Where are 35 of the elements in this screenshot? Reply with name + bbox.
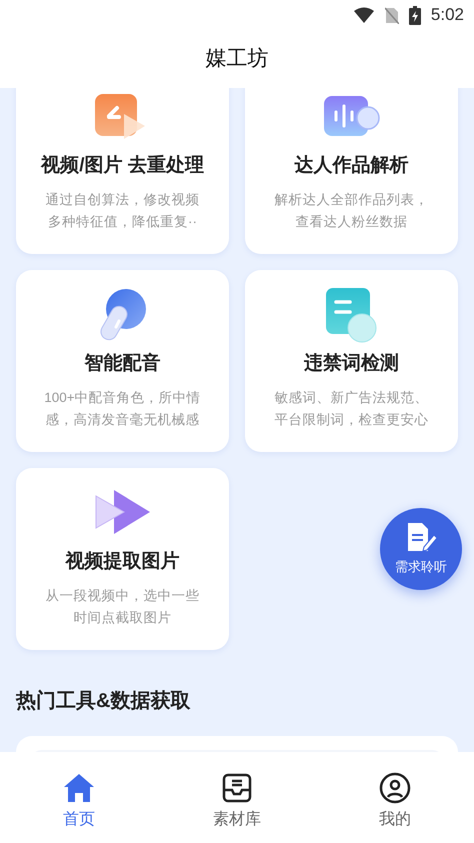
tool-description: 解析达人全部作品列表， — [274, 190, 428, 208]
tool-title: 智能配音 — [84, 352, 160, 376]
tool-card[interactable]: 达人作品解析 解析达人全部作品列表， 查看达人粉丝数据 — [245, 88, 458, 254]
nav-tab[interactable]: 首页 — [39, 772, 119, 832]
tool-description: 查看达人粉丝数据 — [296, 212, 408, 230]
page-title: 媒工坊 — [206, 46, 268, 72]
tool-title: 视频提取图片 — [66, 550, 180, 574]
microphone-icon — [98, 287, 148, 343]
no-sim-icon — [384, 6, 399, 24]
tool-description: 多种特征值，降低重复·· — [48, 212, 197, 230]
nav-tab[interactable]: 我的 — [355, 772, 435, 832]
document-icon — [324, 286, 380, 344]
nav-tab[interactable]: 素材库 — [197, 772, 277, 832]
tool-description: 感，高清发音毫无机械感 — [45, 410, 200, 428]
tool-title: 达人作品解析 — [294, 154, 408, 178]
tool-description: 时间点截取图片 — [74, 608, 172, 626]
tool-card[interactable]: 视频/图片 去重处理 通过自创算法，修改视频 多种特征值，降低重复·· — [16, 88, 229, 254]
inbox-icon — [221, 772, 253, 804]
tool-card[interactable]: 视频提取图片 从一段视频中，选中一些 时间点截取图片 — [16, 468, 229, 650]
tool-title: 视频/图片 去重处理 — [41, 154, 204, 178]
tool-card[interactable]: 智能配音 100+中配音角色，所中情 感，高清发音毫无机械感 — [16, 270, 229, 452]
clock-time: 5:02 — [430, 4, 464, 26]
tool-description: 敏感词、新广告法规范、 — [274, 388, 428, 406]
tool-description: 100+中配音角色，所中情 — [44, 388, 201, 406]
tool-description: 通过自创算法，修改视频 — [46, 190, 200, 208]
user-icon — [379, 772, 411, 804]
tool-description: 平台限制词，检查更安心 — [274, 410, 428, 428]
section-title: 热门工具&数据获取 — [14, 688, 192, 714]
home-icon — [62, 772, 96, 804]
tool-card[interactable]: 违禁词检测 敏感词、新广告法规范、 平台限制词，检查更安心 — [245, 270, 458, 452]
tool-description: 从一段视频中，选中一些 — [46, 586, 200, 604]
battery-charging-icon — [408, 6, 421, 24]
wifi-icon — [352, 7, 375, 23]
feedback-button[interactable]: 需求聆听 — [380, 508, 462, 590]
tool-title: 违禁词检测 — [304, 352, 399, 376]
